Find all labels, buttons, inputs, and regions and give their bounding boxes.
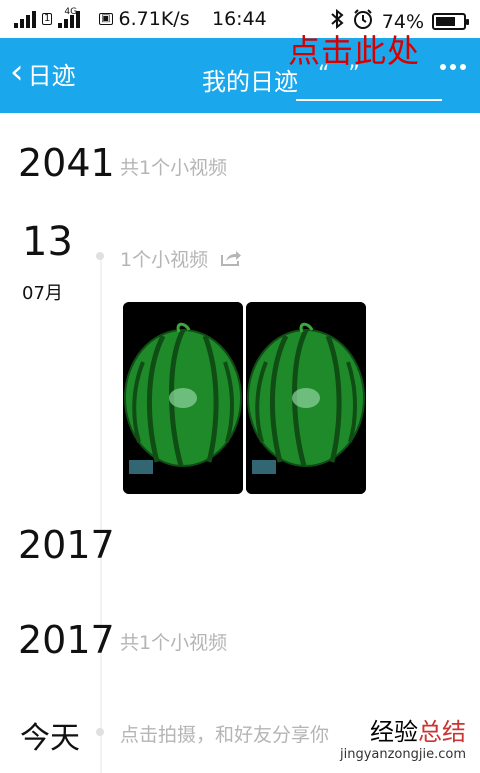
- watermelon-image: [246, 302, 366, 494]
- more-options-button[interactable]: [440, 64, 466, 70]
- network-speed: 6.71K/s: [119, 8, 190, 30]
- signal-4g-icon: [58, 10, 80, 28]
- timeline-dot: [96, 252, 104, 260]
- watermelon-image: [123, 302, 243, 494]
- sim-indicator-icon: 1: [42, 13, 52, 25]
- month-label: 07月: [22, 279, 63, 305]
- watermark-url: jingyanzongjie.com: [340, 747, 466, 762]
- timeline-content: 2041 共1个小视频 13 07月 1个小视频: [0, 113, 480, 768]
- share-icon[interactable]: [220, 249, 242, 272]
- year-heading-2017: 2017: [18, 523, 115, 567]
- day-video-count-label: 1个小视频: [120, 249, 208, 271]
- watermark-black-text: 经验: [370, 718, 418, 746]
- annotation-quote-marks: “ ”: [318, 62, 366, 87]
- watermark-text: 经验总结: [340, 712, 466, 747]
- day-video-count[interactable]: 1个小视频: [120, 245, 242, 272]
- watermark-red-text: 总结: [418, 718, 466, 746]
- clock: 16:44: [212, 8, 267, 30]
- dot-icon: [440, 64, 446, 70]
- battery-icon: [432, 13, 466, 30]
- video-thumbnail[interactable]: [123, 302, 243, 494]
- dot-icon: [460, 64, 466, 70]
- status-left: 1 4G ▣ 6.71K/s: [14, 8, 190, 30]
- today-label: 今天: [20, 713, 80, 757]
- sim-indicator-icon-2: ▣: [99, 13, 112, 25]
- site-watermark: 经验总结 jingyanzongjie.com: [340, 712, 466, 762]
- day-number: 13: [22, 219, 73, 265]
- dot-icon: [450, 64, 456, 70]
- today-capture-prompt[interactable]: 点击拍摄，和好友分享你: [120, 720, 329, 747]
- timeline-dot: [96, 728, 104, 736]
- year-heading-2017-second: 2017: [18, 618, 115, 662]
- year-2041-count: 共1个小视频: [120, 153, 227, 180]
- year-heading-2041: 2041: [18, 141, 115, 185]
- timeline-line: [100, 253, 102, 773]
- annotation-underline: [296, 99, 442, 101]
- signal-icon: [14, 10, 36, 28]
- year-2017-count: 共1个小视频: [120, 628, 227, 655]
- video-thumbnail[interactable]: [246, 302, 366, 494]
